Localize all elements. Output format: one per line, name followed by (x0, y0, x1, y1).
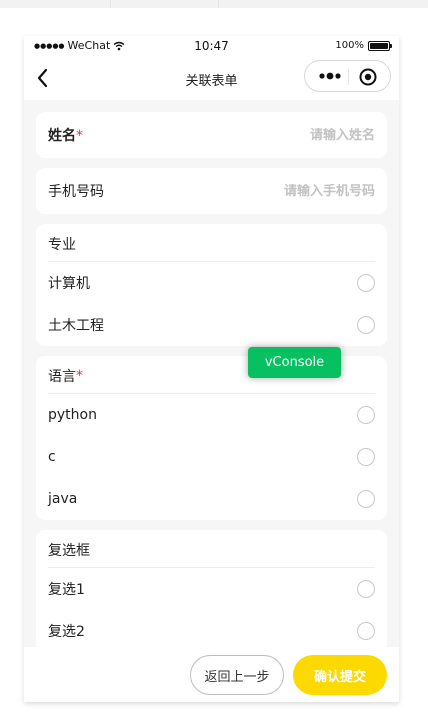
name-input[interactable] (195, 127, 375, 143)
form-content: 姓名* 手机号码 专业 计算机 土木工程 语言* python (36, 112, 387, 662)
phone-row: 手机号码 (48, 168, 375, 214)
required-mark: * (76, 128, 83, 144)
vconsole-button[interactable]: vConsole (248, 347, 341, 378)
more-icon[interactable] (315, 67, 345, 85)
checkbox-card: 复选框 复选1 复选2 (36, 530, 387, 652)
language-card: 语言 * python c java (36, 356, 387, 520)
name-row: 姓名* (48, 112, 375, 158)
close-miniprogram-icon[interactable] (358, 67, 378, 87)
phone-card: 手机号码 (36, 168, 387, 214)
language-title-text: 语言 (48, 368, 76, 385)
radio-icon[interactable] (357, 316, 375, 334)
major-title: 专业 (48, 224, 375, 262)
submit-button[interactable]: 确认提交 (293, 655, 387, 695)
navigation-bar: 关联表单 (24, 56, 399, 100)
checkbox-title: 复选框 (48, 530, 375, 568)
browser-top-strip (0, 0, 428, 8)
checkbox-icon[interactable] (357, 622, 375, 640)
language-option[interactable]: java (48, 478, 375, 520)
major-option[interactable]: 土木工程 (48, 304, 375, 346)
checkbox-icon[interactable] (357, 580, 375, 598)
divider (218, 0, 219, 8)
phone-input[interactable] (195, 183, 375, 199)
radio-icon[interactable] (357, 274, 375, 292)
back-step-button[interactable]: 返回上一步 (190, 655, 284, 695)
name-label-text: 姓名 (48, 128, 76, 144)
option-label: 计算机 (48, 276, 90, 292)
radio-icon[interactable] (357, 490, 375, 508)
required-mark: * (76, 367, 83, 384)
option-label: 土木工程 (48, 318, 104, 334)
checkbox-option[interactable]: 复选1 (48, 568, 375, 610)
major-option[interactable]: 计算机 (48, 262, 375, 304)
battery-icon (368, 40, 392, 51)
option-label: 复选1 (48, 582, 85, 598)
option-label: 复选2 (48, 624, 85, 640)
capsule-divider (348, 69, 349, 85)
status-bar: ●●●●● WeChat 10:47 100% (24, 36, 399, 56)
checkbox-option[interactable]: 复选2 (48, 610, 375, 652)
battery-percent: 100% (335, 40, 364, 51)
language-option[interactable]: python (48, 394, 375, 436)
radio-icon[interactable] (357, 448, 375, 466)
language-option[interactable]: c (48, 436, 375, 478)
option-label: python (48, 407, 97, 423)
miniprogram-capsule (304, 60, 391, 92)
name-label: 姓名* (48, 125, 83, 145)
radio-icon[interactable] (357, 406, 375, 424)
major-card: 专业 计算机 土木工程 (36, 224, 387, 346)
option-label: c (48, 449, 56, 465)
footer-actions: 返回上一步 确认提交 (24, 647, 399, 702)
name-card: 姓名* (36, 112, 387, 158)
option-label: java (48, 491, 78, 507)
divider (110, 0, 111, 8)
phone-frame: ●●●●● WeChat 10:47 100% 关联表单 姓名* 请输入姓名 手… (24, 36, 399, 702)
phone-label: 手机号码 (48, 184, 104, 200)
